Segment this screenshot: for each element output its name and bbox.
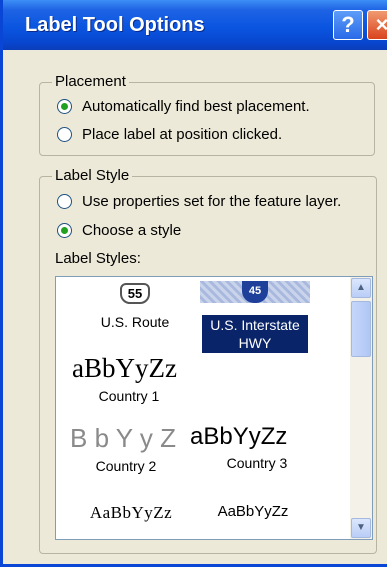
radio-button[interactable] (57, 194, 72, 209)
radio-feature-layer-properties[interactable]: Use properties set for the feature layer… (57, 193, 341, 210)
vertical-scrollbar[interactable]: ▲ ▼ (350, 277, 372, 539)
help-icon: ? (341, 12, 355, 37)
close-icon: × (375, 12, 387, 37)
style-item-label: Country 2 (95, 458, 157, 474)
scroll-up-button[interactable]: ▲ (351, 278, 371, 298)
route-shield-icon: 55 (70, 283, 200, 304)
label-style-legend: Label Style (52, 167, 133, 184)
style-item-serif-sample[interactable]: AaBbYyZz (66, 503, 196, 523)
dialog-title: Label Tool Options (25, 14, 205, 36)
radio-label: Automatically find best placement. (82, 98, 310, 115)
placement-legend: Placement (52, 73, 129, 90)
style-item-us-route[interactable]: 55 U.S. Route (70, 283, 200, 330)
style-item-label: Country 1 (98, 388, 160, 404)
style-item-label: Country 3 (226, 455, 288, 471)
radio-button[interactable] (57, 127, 72, 142)
label-tool-options-dialog: Label Tool Options ? × Placement Automat… (0, 0, 387, 567)
radio-button[interactable] (57, 99, 72, 114)
help-button[interactable]: ? (333, 10, 363, 40)
style-item-label: U.S. Route (100, 314, 170, 330)
label-styles-caption: Label Styles: (55, 250, 141, 267)
style-item-label-selected: U.S. Interstate HWY (190, 311, 320, 353)
style-preview: aBbYyZz (190, 423, 288, 450)
radio-label: Place label at position clicked. (82, 126, 283, 143)
style-item-us-interstate[interactable]: 45 U.S. Interstate HWY (190, 281, 320, 353)
close-button[interactable]: × (367, 10, 387, 40)
style-item-sans-sample[interactable]: AaBbYyZz (188, 503, 318, 520)
style-preview: aBbYyZz (72, 353, 177, 383)
placement-group: Placement (39, 73, 375, 156)
chevron-down-icon: ▼ (356, 522, 366, 533)
radio-label: Use properties set for the feature layer… (82, 193, 342, 210)
scroll-down-button[interactable]: ▼ (351, 518, 371, 538)
scroll-thumb[interactable] (351, 301, 371, 357)
style-preview: AaBbYyZz (217, 503, 289, 520)
style-item-country-2[interactable]: B b Y y Z Country 2 (62, 423, 190, 474)
label-styles-list[interactable]: 55 U.S. Route 45 U.S. Interstate HWY aBb… (55, 276, 373, 540)
title-bar[interactable]: Label Tool Options ? × (3, 0, 387, 50)
style-item-country-1[interactable]: aBbYyZz Country 1 (66, 353, 192, 404)
radio-label: Choose a style (82, 222, 182, 239)
style-item-country-3[interactable]: aBbYyZz Country 3 (190, 423, 324, 471)
chevron-up-icon: ▲ (356, 282, 366, 293)
style-preview: B b Y y Z (70, 423, 176, 453)
radio-choose-style[interactable]: Choose a style (57, 222, 181, 239)
style-preview: AaBbYyZz (89, 503, 173, 522)
radio-click-placement[interactable]: Place label at position clicked. (57, 126, 282, 143)
radio-button[interactable] (57, 223, 72, 238)
interstate-shield-icon: 45 (200, 281, 310, 303)
radio-auto-placement[interactable]: Automatically find best placement. (57, 98, 310, 115)
